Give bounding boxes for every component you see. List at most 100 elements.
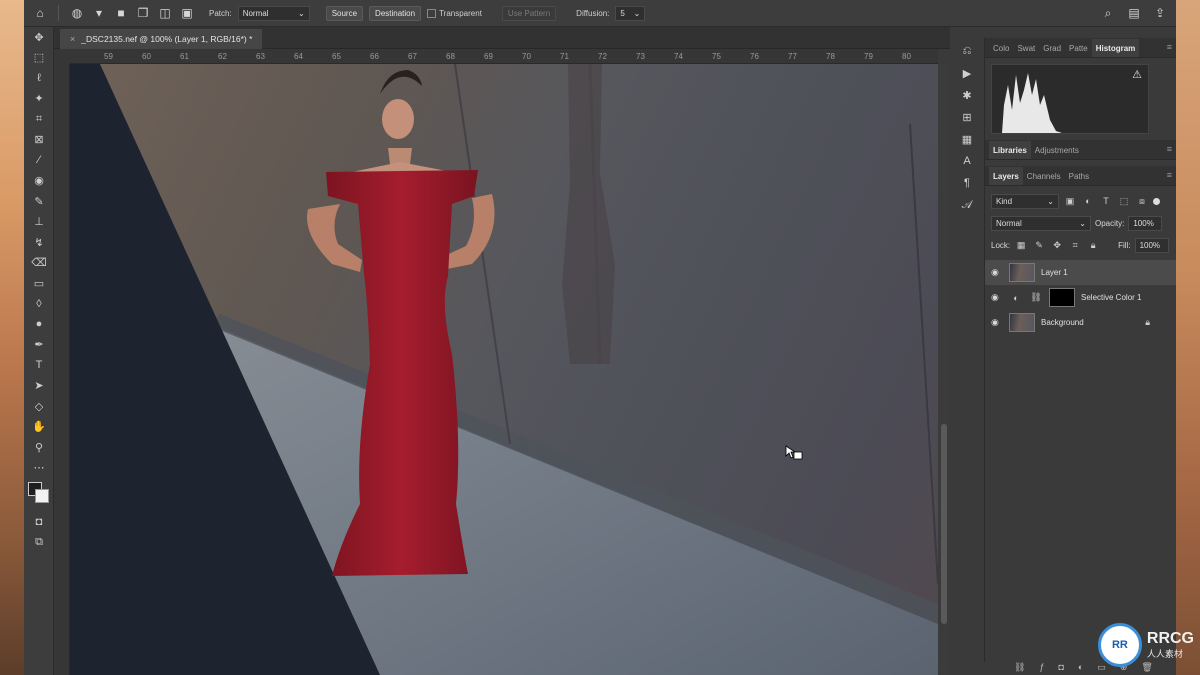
toolbar: ✥ ⬚ ℓ ✦ ⌗ ⊠ ⁄ ◉ ✎ ⊥ ↯ ⌫ ▭ ◊ ● ✒ T ➤ ◇ ✋ … <box>24 27 54 675</box>
vertical-ruler[interactable] <box>54 64 70 675</box>
crop-tool-icon[interactable]: ⌗ <box>24 109 54 130</box>
vertical-scrollbar[interactable] <box>938 64 950 675</box>
warning-icon[interactable]: ⚠ <box>1132 68 1142 81</box>
marquee-tool-icon[interactable]: ⬚ <box>24 48 54 69</box>
blur-tool-icon[interactable]: ◊ <box>24 294 54 315</box>
move-tool-icon[interactable]: ✥ <box>24 27 54 48</box>
eyedropper-tool-icon[interactable]: ⁄ <box>24 150 54 171</box>
dodge-tool-icon[interactable]: ● <box>24 314 54 335</box>
history-brush-icon[interactable]: ↯ <box>24 232 54 253</box>
blend-mode-select[interactable]: Normal ⌄ <box>991 215 1091 231</box>
smart-object-filter-icon[interactable]: ⧈ <box>1135 196 1149 207</box>
opacity-label: Opacity: <box>1095 218 1125 228</box>
tab-paths[interactable]: Paths <box>1065 167 1093 185</box>
adjustment-filter-icon[interactable]: ◐ <box>1081 196 1095 206</box>
filter-toggle[interactable] <box>1153 197 1160 205</box>
gradient-tool-icon[interactable]: ▭ <box>24 273 54 294</box>
brush-tool-icon[interactable]: ✎ <box>24 191 54 212</box>
history-icon[interactable]: ⎌ <box>952 40 982 62</box>
tab-adjustments[interactable]: Adjustments <box>1031 141 1083 159</box>
eye-icon[interactable]: ◉ <box>991 292 1003 303</box>
background-color[interactable] <box>35 489 49 503</box>
lock-all-icon[interactable]: 🔒︎ <box>1086 240 1100 251</box>
swatches-icon[interactable]: ▦ <box>952 128 982 150</box>
panel-menu-icon[interactable]: ≡ <box>1167 144 1172 154</box>
search-icon[interactable]: ⌕ <box>1100 5 1116 21</box>
lock-icon: 🔒︎ <box>1145 317 1150 327</box>
add-selection-icon[interactable]: ❐ <box>135 5 151 21</box>
shape-tool-icon[interactable]: ◇ <box>24 396 54 417</box>
tab-color[interactable]: Colo <box>989 39 1013 57</box>
lock-transparent-icon[interactable]: ▦ <box>1014 240 1028 251</box>
zoom-tool-icon[interactable]: ⚲ <box>24 437 54 458</box>
color-swatches[interactable] <box>24 478 54 512</box>
actions-icon[interactable]: ▶ <box>952 62 982 84</box>
destination-button[interactable]: Destination <box>369 5 422 21</box>
image-filter-icon[interactable]: ▣ <box>1063 196 1077 207</box>
lock-artboard-icon[interactable]: ⌗ <box>1068 240 1082 251</box>
layer-row-selective-color[interactable]: ◉ ◐ ⛓ Selective Color 1 <box>985 285 1176 310</box>
tab-patterns[interactable]: Patte <box>1065 39 1092 57</box>
layer-row-layer-1[interactable]: ◉ Layer 1 <box>985 260 1176 285</box>
diffusion-select[interactable]: 5 ⌄ <box>615 5 646 21</box>
link-layers-icon[interactable]: ⛓ <box>1014 662 1025 675</box>
paragraph-icon[interactable]: ¶ <box>952 172 982 194</box>
type-filter-icon[interactable]: T <box>1099 196 1113 206</box>
tab-histogram[interactable]: Histogram <box>1091 39 1140 57</box>
scrollbar-thumb[interactable] <box>941 424 947 624</box>
screen-mode-icon[interactable]: ⧉ <box>24 533 54 554</box>
layer-row-background[interactable]: ◉ Background 🔒︎ <box>985 310 1176 335</box>
lock-position-icon[interactable]: ✥ <box>1050 240 1064 251</box>
tab-libraries[interactable]: Libraries <box>989 141 1031 159</box>
stamp-tool-icon[interactable]: ⊥ <box>24 212 54 233</box>
patch-mode-select[interactable]: Normal ⌄ <box>237 5 310 21</box>
layer-filter-select[interactable]: Kind ⌄ <box>991 193 1059 209</box>
add-mask-icon[interactable]: ◘ <box>1058 662 1063 675</box>
patch-tool-icon[interactable]: ◍ <box>69 5 85 21</box>
type-tool-icon[interactable]: T <box>24 355 54 376</box>
home-icon[interactable]: ⌂ <box>32 5 48 21</box>
transparent-checkbox[interactable]: Transparent <box>427 8 482 18</box>
close-icon[interactable]: × <box>70 34 75 44</box>
fx-icon[interactable]: ƒ <box>1039 662 1044 675</box>
healing-tool-icon[interactable]: ◉ <box>24 171 54 192</box>
eye-icon[interactable]: ◉ <box>991 267 1003 278</box>
document-tab[interactable]: × _DSC2135.nef @ 100% (Layer 1, RGB/16*)… <box>60 29 263 49</box>
ruler-tick-label: 61 <box>180 52 189 61</box>
opacity-field[interactable]: 100% <box>1128 215 1163 231</box>
pen-tool-icon[interactable]: ✒ <box>24 335 54 356</box>
chevron-down-icon[interactable]: ▾ <box>91 5 107 21</box>
panel-menu-icon[interactable]: ≡ <box>1167 170 1172 180</box>
image-canvas[interactable] <box>70 64 938 675</box>
quick-mask-icon[interactable]: ◘ <box>24 512 54 533</box>
tab-gradients[interactable]: Grad <box>1039 39 1065 57</box>
use-pattern-button[interactable]: Use Pattern <box>501 5 557 21</box>
lasso-tool-icon[interactable]: ℓ <box>24 68 54 89</box>
shape-filter-icon[interactable]: ⬚ <box>1117 196 1131 207</box>
horizontal-ruler[interactable]: 59 60 61 62 63 64 65 66 67 68 69 70 71 72 73 74 75 76 77 78… <box>70 49 938 64</box>
tab-swatches[interactable]: Swat <box>1013 39 1039 57</box>
tab-layers[interactable]: Layers <box>989 167 1023 185</box>
fill-field[interactable]: 100% <box>1134 237 1169 253</box>
eye-icon[interactable]: ◉ <box>991 317 1003 328</box>
new-selection-icon[interactable]: ■ <box>113 5 129 21</box>
path-select-tool-icon[interactable]: ➤ <box>24 376 54 397</box>
tab-channels[interactable]: Channels <box>1023 167 1065 185</box>
eraser-tool-icon[interactable]: ⌫ <box>24 253 54 274</box>
lock-pixels-icon[interactable]: ✎ <box>1032 240 1046 251</box>
more-tools-icon[interactable]: ⋯ <box>24 458 54 479</box>
intersect-selection-icon[interactable]: ▣ <box>179 5 195 21</box>
frame-tool-icon[interactable]: ⊠ <box>24 130 54 151</box>
new-adjustment-icon[interactable]: ◐ <box>1078 662 1083 675</box>
share-icon[interactable]: ⇪ <box>1152 5 1168 21</box>
properties-icon[interactable]: ⊞ <box>952 106 982 128</box>
subtract-selection-icon[interactable]: ◫ <box>157 5 173 21</box>
brush-settings-icon[interactable]: ✱ <box>952 84 982 106</box>
magic-wand-tool-icon[interactable]: ✦ <box>24 89 54 110</box>
panel-menu-icon[interactable]: ≡ <box>1167 42 1172 52</box>
source-button[interactable]: Source <box>325 5 364 21</box>
character-icon[interactable]: A <box>952 150 982 172</box>
workspace-icon[interactable]: ▤ <box>1126 5 1142 21</box>
hand-tool-icon[interactable]: ✋ <box>24 417 54 438</box>
glyphs-icon[interactable]: 𝒜 <box>952 194 982 216</box>
